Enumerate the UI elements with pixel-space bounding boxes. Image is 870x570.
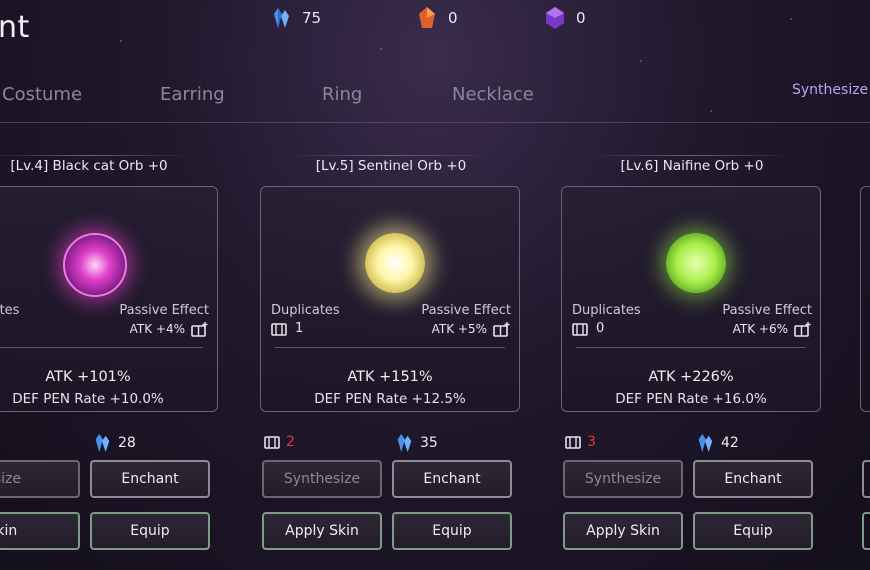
duplicate-cost-value: 3 [587,434,596,450]
gem-cost-value: 28 [118,435,136,451]
currency-purple-gem-value: 0 [576,9,586,27]
passive-value-text: ATK +6% [732,322,788,336]
orb-image [63,233,127,297]
apply-skin-button[interactable]: Apply Skin [563,512,683,550]
star-decor [640,60,642,62]
orb-panel-partial[interactable] [860,186,870,412]
orb-card: [Lv.5] Sentinel Orb +0 Duplicates Passiv… [260,150,522,560]
stat-def-pen: DEF PEN Rate +12.5% [314,391,466,407]
tab-earring[interactable]: Earring [160,84,225,105]
cost-row: 2 35 [260,432,522,454]
stat-atk: ATK +101% [45,369,131,385]
duplicates-count: 1 [271,321,303,336]
passive-effect-value: ATK +6% [733,321,812,337]
duplicates-value: 1 [295,321,304,336]
chest-icon [572,322,588,336]
equip-button[interactable]: Equip [693,512,813,550]
gem-cost: 35 [394,432,438,454]
chest-plus-icon [191,322,208,337]
stat-divider [275,347,505,348]
blue-crystal-icon [698,433,713,453]
chest-icon [271,322,287,336]
orb-panel[interactable]: Duplicates Passive Effect 1 ATK +5% ATK … [260,186,520,412]
gem-cost-value: 35 [420,435,438,451]
chest-plus-icon [493,322,510,337]
title-divider [0,155,190,156]
synthesize-button[interactable]: nthesize [0,460,80,498]
cost-row: 28 [0,432,220,454]
currency-orange-gem: 0 [416,6,458,30]
duplicates-value: 0 [596,321,605,336]
passive-effect-value: ATK +5% [432,321,511,337]
tab-divider [0,122,870,123]
chest-icon [264,436,280,449]
duplicates-label: plicates [0,303,20,318]
title-divider [290,155,492,156]
orb-title: [Lv.5] Sentinel Orb +0 [315,158,467,174]
duplicates-count: 0 [572,321,604,336]
gem-cost: 28 [92,432,136,454]
apply-skin-button[interactable]: Apply Skin [262,512,382,550]
currency-purple-gem: 0 [544,6,586,30]
purple-gem-icon [546,7,564,29]
stat-def-pen: DEF PEN Rate +10.0% [12,391,164,407]
gem-cost: 42 [695,432,739,454]
title-divider [591,155,793,156]
cost-row: 3 42 [561,432,823,454]
passive-effect-label: Passive Effect [722,303,812,318]
duplicate-cost-value: 2 [286,434,295,450]
orange-gem-icon [419,7,435,28]
orb-panel[interactable]: Duplicates Passive Effect 0 ATK +6% ATK … [561,186,821,412]
stat-atk: ATK +226% [648,369,734,385]
star-decor [710,110,712,112]
currency-crystal-value: 75 [302,9,322,27]
page-title: nt [0,10,30,45]
enchant-button[interactable]: Enchant [693,460,813,498]
passive-value-text: ATK +4% [129,322,185,336]
enchant-button-partial[interactable] [862,460,870,498]
equip-button[interactable]: Equip [392,512,512,550]
orb-title: [Lv.6] Naifine Orb +0 [620,158,764,174]
orb-title: [Lv.4] Black cat Orb +0 [10,158,168,174]
passive-value-text: ATK +5% [431,322,487,336]
orb-image [365,233,425,293]
passive-effect-value: ATK +4% [130,321,209,337]
tab-ring[interactable]: Ring [322,84,362,105]
apply-skin-button[interactable]: ply Skin [0,512,80,550]
equip-button-partial[interactable] [862,512,870,550]
stat-def-pen: DEF PEN Rate +16.0% [615,391,767,407]
synthesize-all-button[interactable]: Synthesize a [792,82,870,98]
blue-crystal-icon [95,433,110,453]
orb-image [666,233,726,293]
passive-effect-label: Passive Effect [421,303,511,318]
orb-card: [Lv.6] Naifine Orb +0 Duplicates Passive… [561,150,823,560]
stat-divider [0,347,203,348]
enchant-button[interactable]: Enchant [90,460,210,498]
duplicate-cost: 3 [565,434,596,450]
chest-plus-icon [794,322,811,337]
gem-cost-value: 42 [721,435,739,451]
tab-costume[interactable]: Costume [2,84,82,105]
passive-effect-label: Passive Effect [119,303,209,318]
synthesize-button[interactable]: Synthesize [262,460,382,498]
duplicates-label: Duplicates [572,303,641,318]
star-decor [120,40,122,42]
blue-crystal-icon [397,433,412,453]
stat-divider [576,347,806,348]
equip-button[interactable]: Equip [90,512,210,550]
currency-crystal: 75 [270,6,321,30]
blue-crystal-icon [274,8,289,28]
duplicate-cost: 2 [264,434,295,450]
currency-orange-gem-value: 0 [448,9,458,27]
duplicates-label: Duplicates [271,303,340,318]
tab-necklace[interactable]: Necklace [452,84,534,105]
star-decor [380,48,382,50]
stat-atk: ATK +151% [347,369,433,385]
orb-card: [Lv.4] Black cat Orb +0 plicates Passive… [0,150,220,560]
star-decor [790,18,792,20]
synthesize-button[interactable]: Synthesize [563,460,683,498]
enchant-button[interactable]: Enchant [392,460,512,498]
chest-icon [565,436,581,449]
orb-panel[interactable]: plicates Passive Effect 0 ATK +4% ATK +1… [0,186,218,412]
